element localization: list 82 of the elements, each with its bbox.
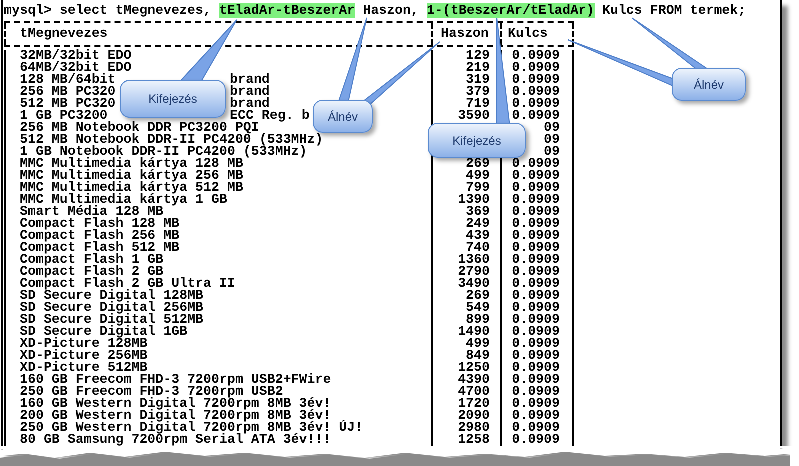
table-cell: 128 MB/64bit <box>20 72 116 87</box>
table-cell: SD Secure Digital 256MB <box>20 300 204 315</box>
table-cell: 1390 <box>458 194 490 206</box>
table-cell: 0.0909 <box>512 242 560 254</box>
callout-bubble: Kifejezés <box>120 80 226 118</box>
table-cell: 319 <box>466 74 490 86</box>
table-cell: 719 <box>466 98 490 110</box>
table-cell: 499 <box>466 170 490 182</box>
table-cell: 1360 <box>458 254 490 266</box>
table-cell: 849 <box>466 350 490 362</box>
table-cell: 0.0909 <box>512 362 560 374</box>
table-cell: 0.0909 <box>512 314 560 326</box>
table-cell: 0.0909 <box>512 86 560 98</box>
table-cell: 0.0909 <box>512 326 560 338</box>
table-cell: 740 <box>466 242 490 254</box>
table-cell: 0.0909 <box>512 158 560 170</box>
table-cell: 499 <box>466 338 490 350</box>
table-cell: 0.0909 <box>512 62 560 74</box>
table-cell: 799 <box>466 182 490 194</box>
table-cell: 0.0909 <box>512 374 560 386</box>
table-cell: 0.0909 <box>512 386 560 398</box>
table-cell: SD Secure Digital 512MB <box>20 312 204 327</box>
table-cell: 0.0909 <box>512 266 560 278</box>
table-cell: 0.0909 <box>512 434 560 446</box>
callout-bubble: Kifejezés <box>428 123 526 158</box>
table-cell: 0.0909 <box>512 254 560 266</box>
table-cell: 1250 <box>458 362 490 374</box>
table-cell: 256 MB PC320 <box>20 84 116 99</box>
table-cell: 439 <box>466 230 490 242</box>
column-header: tMegnevezes <box>20 25 108 44</box>
table-cell: ECC Reg. b <box>230 108 310 123</box>
table-cell: 379 <box>466 86 490 98</box>
table-cell: 2790 <box>458 266 490 278</box>
table-cell: 160 GB Freecom FHD-3 7200rpm USB2+FWire <box>20 372 332 387</box>
table-cell: 219 <box>466 62 490 74</box>
table-cell: 0.0909 <box>512 230 560 242</box>
table-cell: 0.0909 <box>512 338 560 350</box>
column-header: Haszon <box>441 25 489 44</box>
table-cell: 0.0909 <box>512 74 560 86</box>
table-cell: 09 <box>544 134 560 146</box>
table-cell: 0.0909 <box>512 182 560 194</box>
callout-bubble: Álnév <box>672 68 746 101</box>
table-cell: 09 <box>544 146 560 158</box>
table-cell: 0.0909 <box>512 110 560 122</box>
table-cell: 249 <box>466 218 490 230</box>
table-cell: 549 <box>466 302 490 314</box>
table-cell: 0.0909 <box>512 170 560 182</box>
table-cell: 0.0909 <box>512 290 560 302</box>
table-cell: 369 <box>466 206 490 218</box>
table-cell: 3490 <box>458 278 490 290</box>
table-cell: 1720 <box>458 398 490 410</box>
table-cell: 4390 <box>458 374 490 386</box>
table-cell: 129 <box>466 50 490 62</box>
table-cell: 1258 <box>458 434 490 446</box>
table-cell: 0.0909 <box>512 50 560 62</box>
table-cell: 1490 <box>458 326 490 338</box>
table-cell: 0.0909 <box>512 278 560 290</box>
table-cell: 2980 <box>458 422 490 434</box>
table-cell: 0.0909 <box>512 194 560 206</box>
column-header: Kulcs <box>508 25 548 44</box>
highlighted-expression: tEladAr-tBeszerAr <box>219 3 356 18</box>
table-cell: 0.0909 <box>512 410 560 422</box>
table-cell: 0.0909 <box>512 398 560 410</box>
table-cell: 0.0909 <box>512 98 560 110</box>
table-cell: 0.0909 <box>512 422 560 434</box>
table-cell: 1 GB PC3200 <box>20 108 108 123</box>
table-cell: XD-Picture 512MB <box>20 360 148 375</box>
table-cell: 2090 <box>458 410 490 422</box>
highlighted-expression: 1-(tBeszerAr/tEladAr) <box>426 3 595 18</box>
table-cell: 0.0909 <box>512 218 560 230</box>
table-cell: 0.0909 <box>512 206 560 218</box>
table-cell: 0.0909 <box>512 350 560 362</box>
table-cell: brand <box>230 96 270 111</box>
callout-bubble: Álnév <box>313 100 373 133</box>
table-cell: 269 <box>466 158 490 170</box>
table-cell: 4700 <box>458 386 490 398</box>
table-cell: 512 MB PC320 <box>20 96 116 111</box>
table-cell: 3590 <box>458 110 490 122</box>
table-cell: 269 <box>466 290 490 302</box>
table-cell: 899 <box>466 314 490 326</box>
table-cell: 0.0909 <box>512 302 560 314</box>
table-cell: 09 <box>544 122 560 134</box>
